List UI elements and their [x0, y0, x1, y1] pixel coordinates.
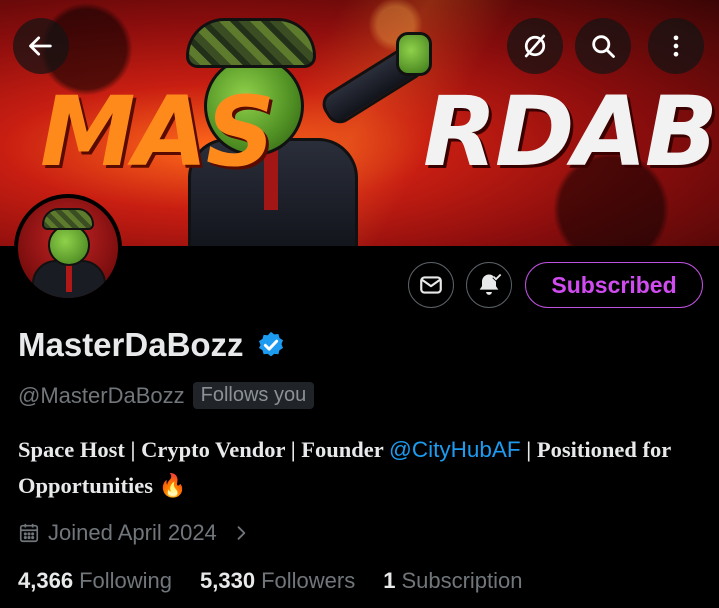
- bio-mention-link[interactable]: @CityHubAF: [389, 437, 521, 462]
- banner-title: MASRDABOZZ: [40, 76, 719, 188]
- arrow-left-icon: [29, 36, 52, 56]
- notifications-button[interactable]: [466, 262, 512, 308]
- more-vertical-icon: [673, 35, 679, 57]
- followers-count: 5,330: [200, 568, 256, 593]
- display-name-row: MasterDaBozz: [18, 326, 286, 364]
- subscribed-button[interactable]: Subscribed: [525, 262, 703, 308]
- joined-date: Joined April 2024: [48, 520, 217, 545]
- fire-emoji-icon: 🔥: [158, 473, 187, 498]
- stats-row: 4,366 Following 5,330 Followers 1 Subscript…: [18, 568, 523, 594]
- calendar-icon: [19, 523, 39, 543]
- verified-badge-icon[interactable]: [256, 330, 286, 360]
- subscription-label: Subscription: [401, 568, 523, 593]
- chevron-right-icon: [237, 526, 246, 540]
- following-label: Following: [79, 568, 172, 593]
- bell-check-icon: [479, 273, 502, 295]
- grok-button[interactable]: [507, 18, 563, 74]
- message-button[interactable]: [408, 262, 454, 308]
- search-icon: [592, 35, 615, 58]
- bio: Space Host | Crypto Vendor | Founder @Ci…: [18, 432, 708, 504]
- bio-text-1: Space Host | Crypto Vendor | Founder: [18, 437, 389, 462]
- handle: @MasterDaBozz: [18, 382, 185, 408]
- joined-row[interactable]: Joined April 2024: [18, 520, 251, 546]
- followers-label: Followers: [261, 568, 356, 593]
- followers-link[interactable]: 5,330 Followers: [200, 568, 355, 594]
- subscription-count: 1: [383, 568, 396, 593]
- following-link[interactable]: 4,366 Following: [18, 568, 172, 594]
- search-button[interactable]: [575, 18, 631, 74]
- avatar-image: [18, 198, 118, 298]
- back-button[interactable]: [13, 18, 69, 74]
- envelope-icon: [420, 276, 442, 294]
- grok-slash-icon: [524, 34, 546, 58]
- subscriptions-link[interactable]: 1 Subscription: [383, 568, 522, 594]
- display-name: MasterDaBozz: [18, 326, 244, 363]
- follows-you-badge: Follows you: [192, 382, 315, 409]
- following-count: 4,366: [18, 568, 74, 593]
- handle-row: @MasterDaBozz Follows you: [18, 382, 315, 409]
- more-button[interactable]: [648, 18, 704, 74]
- avatar[interactable]: [14, 194, 122, 302]
